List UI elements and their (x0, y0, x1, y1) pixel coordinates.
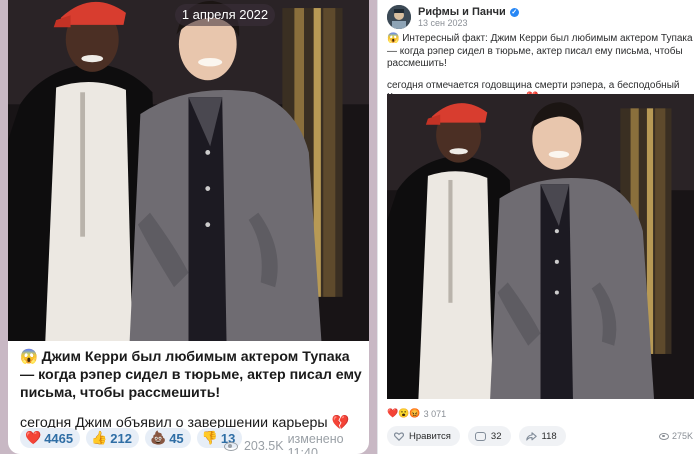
post-actions: Нравится 32 118 (387, 426, 566, 446)
heart-outline-icon (394, 431, 404, 441)
comments-button[interactable]: 32 (467, 426, 511, 446)
telegram-post-panel: 😱 Джим Керри был любимым актером Тупака … (0, 0, 377, 454)
avatar[interactable] (387, 5, 411, 29)
comment-icon (474, 431, 486, 441)
eye-icon (224, 441, 238, 451)
date-label: 1 апреля 2022 (175, 4, 275, 26)
reactions-count: 3 071 (423, 408, 447, 419)
thumbs-up-emoji-icon: 👍 (91, 430, 108, 445)
views-count: 203.5K (243, 439, 284, 453)
like-button[interactable]: Нравится (387, 426, 460, 446)
views-count: 275K (671, 431, 693, 441)
channel-name[interactable]: Рифмы и Панчи ✓ (418, 6, 519, 18)
thumbs-down-emoji-icon: 👎 (201, 430, 218, 445)
poop-emoji-icon: 💩 (150, 430, 167, 445)
post-photo[interactable] (8, 0, 369, 341)
comments-count: 32 (490, 430, 502, 442)
shares-count: 118 (541, 430, 557, 442)
views-indicator: 275K (658, 431, 693, 441)
message-meta: 203.5K изменено 11:40 (224, 432, 377, 454)
edited-time: изменено 11:40 (287, 432, 344, 454)
post-photo[interactable] (387, 94, 694, 399)
share-icon (525, 431, 537, 441)
reaction-poop[interactable]: 💩 45 (145, 428, 191, 448)
reaction-count: 4465 (44, 430, 74, 446)
post-lead: 😱 Интересный факт: Джим Керри был любимы… (387, 33, 693, 69)
post-date[interactable]: 13 сен 2023 (418, 18, 468, 28)
vk-post-panel: Рифмы и Панчи ✓ 13 сен 2023 😱 Интересный… (377, 0, 700, 454)
message-bubble: 😱 Джим Керри был любимым актером Тупака … (8, 0, 369, 454)
reaction-bar: ❤️ 4465 👍 212 💩 45 👎 13 (20, 428, 243, 448)
share-button[interactable]: 118 (518, 426, 566, 446)
like-label: Нравится (409, 430, 451, 442)
reaction-emojis-icon: ❤️😮😡 (387, 408, 421, 418)
reaction-count: 212 (110, 430, 132, 446)
reaction-heart[interactable]: ❤️ 4465 (20, 428, 81, 448)
photo-image (387, 94, 694, 399)
photo-image (8, 0, 369, 341)
reaction-count: 45 (169, 430, 184, 446)
eye-icon (658, 432, 669, 440)
message-lead: 😱 Джим Керри был любимым актером Тупака … (20, 349, 362, 401)
avatar-image (387, 5, 411, 29)
channel-name-text: Рифмы и Панчи (418, 6, 506, 18)
heart-emoji-icon: ❤️ (25, 430, 42, 445)
reactions-summary[interactable]: ❤️😮😡 3 071 (387, 408, 446, 419)
reaction-thumbs-up[interactable]: 👍 212 (86, 428, 139, 448)
verified-check-icon: ✓ (509, 7, 519, 17)
